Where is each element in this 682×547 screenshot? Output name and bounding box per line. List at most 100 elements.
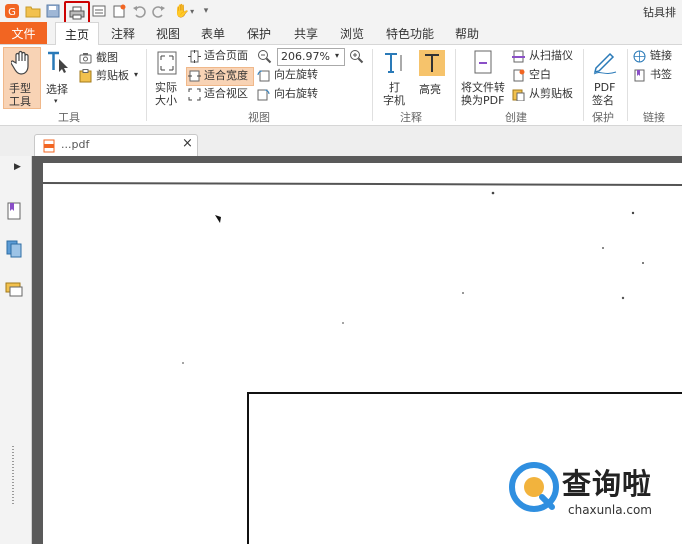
zoom-dropdown-icon[interactable]: ▾ [335,49,339,63]
from-clipboard-button[interactable]: 从剪贴板 [512,87,580,103]
group-label-create: 创建 [505,111,527,124]
watermark-domain: chaxunla.com [568,503,652,517]
rotate-right-label: 向右旋转 [274,87,318,100]
rotate-left-button[interactable]: 向左旋转 [257,68,337,84]
ribbon: 手型 工具 选择 ▾ 截图 剪贴板 ▾ 工具 实际 大小 适合页面 适合宽度 适… [0,45,682,126]
clipboard-label: 剪贴板 [96,69,129,82]
document-icon[interactable] [90,2,108,20]
hand-tool-label-1: 手型 [9,82,31,95]
zoom-out-icon[interactable] [257,49,272,67]
fit-page-label: 适合页面 [204,49,248,62]
hand-tool-label-2: 工具 [9,95,31,108]
close-tab-icon[interactable]: × [182,137,193,151]
rotate-left-label: 向左旋转 [274,68,318,81]
typewriter-label-1: 打 [389,81,400,94]
from-scanner-button[interactable]: 从扫描仪 [512,49,580,65]
clipboard-button[interactable]: 剪贴板 ▾ [79,69,151,85]
redo-icon[interactable] [150,2,168,20]
panel-resize-handle[interactable] [12,446,14,506]
app-title: 钻具排 [643,6,676,19]
app-logo-icon[interactable]: G [3,2,21,20]
fit-visible-icon [188,88,201,104]
svg-text:G: G [8,7,16,18]
tab-browse[interactable]: 浏览 [340,25,364,42]
screenshot-button[interactable]: 截图 [79,51,151,67]
actual-size-label-1: 实际 [155,81,177,94]
rotate-left-icon [257,69,270,85]
fit-width-button[interactable]: 适合宽度 [186,67,254,86]
tab-comment[interactable]: 注释 [111,25,135,42]
blank-page-label: 空白 [529,68,551,81]
convert-label-2: 换为PDF [461,94,505,107]
hand-tool-dropdown-icon[interactable]: ✋ ▾ [171,2,197,20]
tab-protect[interactable]: 保护 [247,25,271,42]
group-label-comment: 注释 [400,111,422,124]
customize-quick-access-icon[interactable]: ▾ [197,2,215,20]
comments-panel-icon[interactable] [5,282,23,301]
pdf-sign-button[interactable]: PDF 签名 [586,47,622,107]
actual-size-icon [156,50,178,79]
link-label: 链接 [650,49,672,62]
hand-icon [10,50,33,79]
link-icon [633,50,646,66]
from-clipboard-icon [512,88,525,104]
blank-page-button[interactable]: 空白 [512,68,580,84]
link-button[interactable]: 链接 [633,49,681,65]
undo-icon[interactable] [130,2,148,20]
highlight-icon [419,50,445,76]
signature-pen-icon [592,50,618,79]
tab-special-features[interactable]: 特色功能 [386,25,434,42]
tab-home[interactable]: 主页 [55,22,99,46]
watermark: 查询啦 chaxunla.com [508,459,678,523]
pdf-file-icon [43,139,55,156]
file-menu[interactable]: 文件 [0,22,47,44]
scanner-icon [512,50,525,66]
bookmarks-panel-icon[interactable] [7,202,21,223]
convert-file-icon [472,50,494,79]
fit-page-icon [188,50,201,66]
typewriter-label-2: 字机 [383,94,405,107]
bookmark-icon [634,69,645,85]
convert-to-pdf-button[interactable]: 将文件转 换为PDF [458,47,508,107]
tab-form[interactable]: 表单 [201,25,225,42]
tab-share[interactable]: 共享 [294,25,318,42]
tab-help[interactable]: 帮助 [455,25,479,42]
document-tab[interactable]: ...pdf × [34,134,198,157]
fit-page-button[interactable]: 适合页面 [187,49,253,65]
select-tool-button[interactable]: 选择 ▾ [42,47,74,107]
group-divider [372,49,373,121]
hand-tool-button[interactable]: 手型 工具 [3,47,41,109]
open-icon[interactable] [24,2,42,20]
watermark-text: 查询啦 [562,467,653,501]
watermark-logo-icon [508,461,560,516]
select-dropdown-icon[interactable]: ▾ [54,95,58,108]
group-label-links: 链接 [643,111,665,124]
document-tab-filename: ...pdf [61,138,90,151]
typewriter-button[interactable]: 打 字机 [378,47,412,107]
typewriter-icon [383,52,407,77]
screenshot-label: 截图 [96,51,118,64]
group-label-tools: 工具 [58,111,80,124]
pages-panel-icon[interactable] [6,240,22,261]
rotate-right-button[interactable]: 向右旋转 [257,87,337,103]
new-document-icon[interactable] [110,2,128,20]
zoom-level-select[interactable]: 206.97% ▾ [277,48,345,66]
group-label-view: 视图 [248,111,270,124]
pdf-sign-label-2: 签名 [592,94,614,107]
highlight-button[interactable]: 高亮 [416,47,448,107]
zoom-level-value: 206.97% [281,50,330,63]
fit-visible-button[interactable]: 适合视区 [187,87,253,103]
clipboard-dropdown-icon[interactable]: ▾ [134,68,138,82]
pdf-sign-label-1: PDF [594,81,616,94]
expand-panel-icon[interactable]: ▶ [14,162,21,172]
bookmark-button[interactable]: 书签 [633,68,681,84]
zoom-in-icon[interactable] [349,49,364,67]
group-divider [455,49,456,121]
from-scanner-label: 从扫描仪 [529,49,573,62]
actual-size-label-2: 大小 [155,94,177,107]
save-icon[interactable] [44,2,62,20]
group-label-protect: 保护 [592,111,614,124]
fit-visible-label: 适合视区 [204,87,248,100]
tab-view[interactable]: 视图 [156,25,180,42]
actual-size-button[interactable]: 实际 大小 [150,47,184,107]
